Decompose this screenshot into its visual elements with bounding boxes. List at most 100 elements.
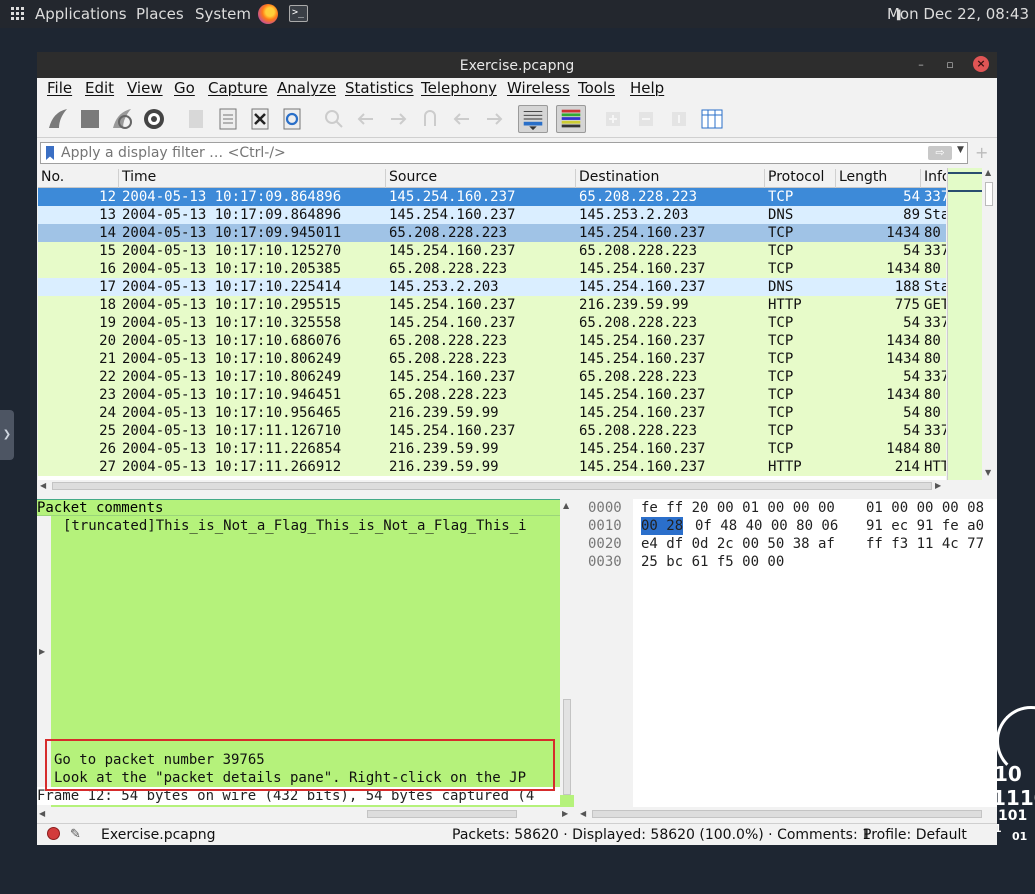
firefox-icon[interactable] — [258, 4, 278, 24]
normal-size-icon[interactable] — [666, 106, 692, 132]
col-protocol[interactable]: Protocol — [765, 169, 836, 188]
expand-arrow-icon[interactable]: ▶ — [39, 647, 45, 656]
scroll-left-icon[interactable]: ◀ — [580, 809, 586, 818]
packet-comments-title[interactable]: Packet comments — [37, 499, 560, 516]
scroll-left-icon[interactable]: ◀ — [40, 481, 46, 490]
table-row[interactable]: 24 2004-05-13 10:17:10.956465 216.239.59.9… — [38, 404, 946, 422]
window-titlebar[interactable]: Exercise.pcapng – ▫ × — [37, 52, 997, 78]
details-hscroll-thumb[interactable] — [367, 810, 517, 818]
packet-list[interactable]: No. Time Source Destination Protocol Len… — [38, 168, 946, 480]
last-icon[interactable] — [481, 106, 507, 132]
status-profile[interactable]: Profile: Default — [863, 827, 967, 843]
table-row[interactable]: 17 2004-05-13 10:17:10.225414 145.253.2.20… — [38, 278, 946, 296]
stop-icon[interactable] — [77, 106, 103, 132]
find-icon[interactable] — [321, 106, 347, 132]
details-scrollbar[interactable]: ▲ — [560, 499, 574, 795]
table-row[interactable]: 18 2004-05-13 10:17:10.295515 145.254.160.… — [38, 296, 946, 314]
menu-view[interactable]: View — [127, 79, 163, 97]
packet-bytes-pane[interactable]: 0000 0010 0020 0030 fe ff 20 00 01 00 00… — [578, 499, 997, 807]
shark-fin-start-icon[interactable] — [45, 106, 71, 132]
forward-icon[interactable] — [385, 106, 411, 132]
filter-dropdown-icon[interactable]: ▼ — [957, 145, 964, 155]
scroll-left-icon[interactable]: ◀ — [39, 809, 45, 818]
menu-statistics[interactable]: Statistics — [345, 79, 414, 97]
table-row[interactable]: 16 2004-05-13 10:17:10.205385 65.208.228.2… — [38, 260, 946, 278]
hex-row-3a[interactable]: 25 bc 61 f5 00 00 — [641, 553, 784, 571]
table-row[interactable]: 22 2004-05-13 10:17:10.806249 145.254.160.… — [38, 368, 946, 386]
scroll-right-icon[interactable]: ▶ — [562, 809, 568, 818]
minimize-icon[interactable]: – — [913, 57, 929, 73]
hex-row-1b[interactable]: 91 ec 91 fe a0 — [866, 517, 984, 535]
restore-icon[interactable]: ▫ — [942, 57, 958, 73]
menu-edit[interactable]: Edit — [85, 79, 114, 97]
colorize-icon[interactable] — [556, 105, 586, 133]
packet-list-scrollbar[interactable]: ▲ ▼ — [982, 168, 996, 480]
bytes-hscroll-thumb[interactable] — [592, 810, 982, 818]
scroll-thumb[interactable] — [985, 182, 993, 206]
add-filter-button-icon[interactable]: + — [975, 143, 988, 162]
menu-analyze[interactable]: Analyze — [277, 79, 336, 97]
back-icon[interactable] — [353, 106, 379, 132]
menu-help[interactable]: Help — [630, 79, 664, 97]
hex-row-0b[interactable]: 01 00 00 00 08 — [866, 499, 984, 517]
bookmark-icon[interactable] — [46, 146, 54, 160]
save-file-icon[interactable] — [215, 106, 241, 132]
details-hscrollbar[interactable]: ◀ ▶ — [37, 807, 574, 821]
table-row[interactable]: 12 2004-05-13 10:17:09.864896 145.254.160.… — [38, 188, 946, 206]
hex-row-2b[interactable]: ff f3 11 4c 77 — [866, 535, 984, 553]
table-row[interactable]: 21 2004-05-13 10:17:10.806249 65.208.228.2… — [38, 350, 946, 368]
table-row[interactable]: 14 2004-05-13 10:17:09.945011 65.208.228.2… — [38, 224, 946, 242]
hex-row-0a[interactable]: fe ff 20 00 01 00 00 00 — [641, 499, 835, 517]
menu-telephony[interactable]: Telephony — [421, 79, 497, 97]
table-row[interactable]: 23 2004-05-13 10:17:10.946451 65.208.228.2… — [38, 386, 946, 404]
applications-menu[interactable]: Applications — [35, 4, 127, 24]
edit-comment-icon[interactable]: ✎ — [70, 827, 81, 842]
menu-file[interactable]: File — [47, 79, 72, 97]
apply-filter-arrow-icon[interactable]: ⇨ — [928, 146, 952, 160]
autoscroll-icon[interactable] — [518, 105, 548, 133]
scroll-right-icon[interactable]: ▶ — [935, 481, 941, 490]
col-destination[interactable]: Destination — [576, 169, 765, 188]
table-row[interactable]: 19 2004-05-13 10:17:10.325558 145.254.160.… — [38, 314, 946, 332]
open-file-icon[interactable] — [183, 106, 209, 132]
places-menu[interactable]: Places — [136, 4, 184, 24]
apps-grid-icon[interactable] — [11, 7, 24, 20]
first-icon[interactable] — [449, 106, 475, 132]
col-info[interactable]: Info — [921, 169, 946, 188]
menu-wireless[interactable]: Wireless — [507, 79, 570, 97]
close-window-icon[interactable]: × — [973, 56, 989, 72]
details-scroll-thumb[interactable] — [563, 699, 571, 795]
display-filter-input[interactable] — [61, 144, 901, 162]
menu-go[interactable]: Go — [174, 79, 195, 97]
system-menu[interactable]: System — [195, 4, 251, 24]
col-time[interactable]: Time — [119, 169, 386, 188]
table-row[interactable]: 25 2004-05-13 10:17:11.126710 145.254.160.… — [38, 422, 946, 440]
col-source[interactable]: Source — [386, 169, 576, 188]
hex-highlight[interactable]: 00 28 — [641, 517, 684, 535]
options-gear-icon[interactable] — [141, 106, 167, 132]
table-row[interactable]: 26 2004-05-13 10:17:11.226854 216.239.59.9… — [38, 440, 946, 458]
resize-columns-icon[interactable] — [699, 106, 725, 132]
packet-minimap[interactable] — [947, 168, 983, 480]
zoom-out-icon[interactable] — [633, 106, 659, 132]
side-panel-handle[interactable]: ❯ — [0, 410, 14, 460]
table-row[interactable]: 27 2004-05-13 10:17:11.266912 216.239.59.9… — [38, 458, 946, 476]
table-row[interactable]: 15 2004-05-13 10:17:10.125270 145.254.160.… — [38, 242, 946, 260]
hscroll-thumb[interactable] — [52, 482, 932, 490]
col-length[interactable]: Length — [836, 169, 921, 188]
scroll-up-icon[interactable]: ▲ — [563, 501, 569, 510]
close-file-icon[interactable] — [247, 106, 273, 132]
packet-list-hscrollbar[interactable]: ◀ ▶ — [38, 480, 946, 492]
table-row[interactable]: 20 2004-05-13 10:17:10.686076 65.208.228.2… — [38, 332, 946, 350]
zoom-in-icon[interactable] — [600, 106, 626, 132]
terminal-icon[interactable]: >_ — [289, 5, 308, 22]
menu-capture[interactable]: Capture — [208, 79, 268, 97]
reload-icon[interactable] — [279, 106, 305, 132]
bytes-hscrollbar[interactable]: ◀ — [578, 807, 997, 821]
comment-truncated[interactable]: [truncated]This_is_Not_a_Flag_This_is_No… — [63, 517, 527, 535]
hex-row-2a[interactable]: e4 df 0d 2c 00 50 38 af — [641, 535, 835, 553]
expert-info-icon[interactable] — [47, 827, 60, 840]
menu-tools[interactable]: Tools — [578, 79, 615, 97]
hex-row-1a[interactable]: 0f 48 40 00 80 06 — [695, 517, 838, 535]
scroll-up-icon[interactable]: ▲ — [985, 168, 991, 177]
